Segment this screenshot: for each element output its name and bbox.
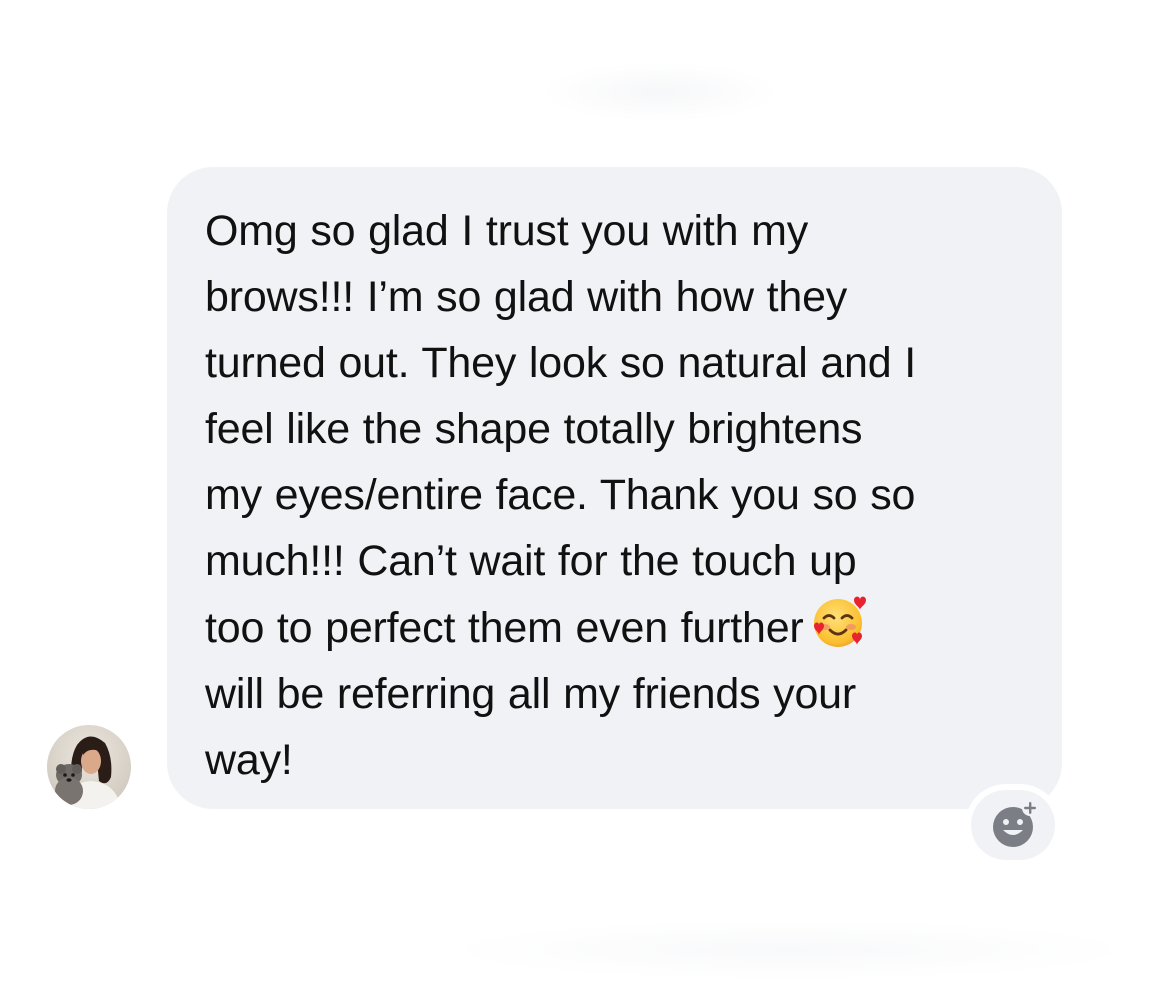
add-reaction-button[interactable] xyxy=(971,790,1055,860)
smiling-face-with-hearts-icon xyxy=(813,596,866,647)
sender-avatar[interactable] xyxy=(47,725,131,809)
message-line: turned out. They look so natural and I xyxy=(205,339,916,387)
message-bubble[interactable]: Omg so glad I trust you with my brows!!!… xyxy=(167,167,1062,809)
message-row: Omg so glad I trust you with my brows!!!… xyxy=(0,0,1160,991)
message-line: way! xyxy=(205,736,293,784)
blurred-footer-remnant xyxy=(440,920,1140,980)
smiling-face-with-hearts-emoji xyxy=(810,594,866,647)
message-line: will be referring all my friends your xyxy=(205,670,856,718)
message-line: feel like the shape totally brightens xyxy=(205,405,863,453)
message-line: brows!!! I’m so glad with how they xyxy=(205,273,848,321)
message-line: too to perfect them even further xyxy=(205,604,804,652)
add-reaction-icon xyxy=(993,800,1038,847)
avatar-photo xyxy=(47,725,131,809)
message-text: Omg so glad I trust you with my brows!!!… xyxy=(205,198,1022,793)
message-line-with-emoji: too to perfect them even further xyxy=(205,594,1022,661)
message-line: much!!! Can’t wait for the touch up xyxy=(205,537,857,585)
message-line: my eyes/entire face. Thank you so so xyxy=(205,471,916,519)
message-line: Omg so glad I trust you with my xyxy=(205,207,809,255)
